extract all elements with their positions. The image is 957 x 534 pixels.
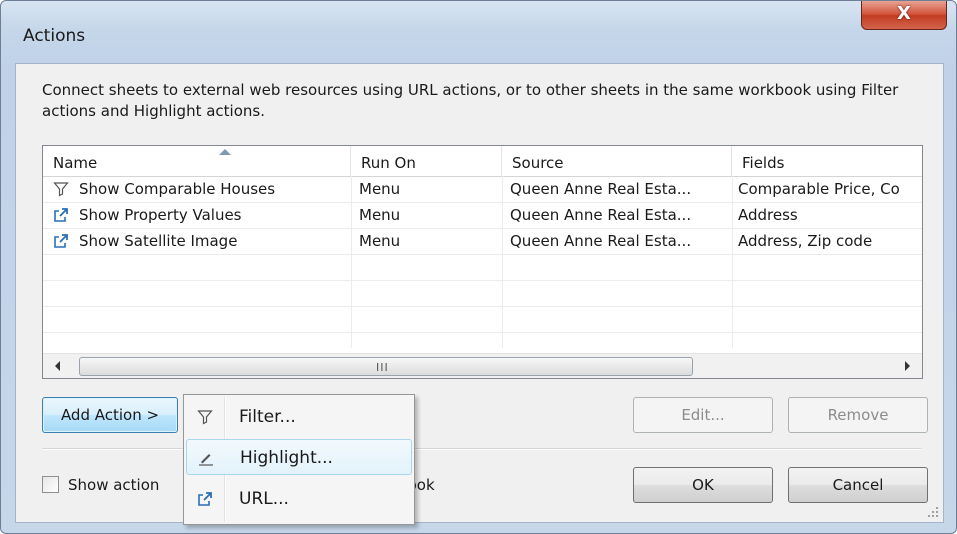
menu-item-label: URL... <box>239 489 289 509</box>
action-fields: Address, Zip code <box>738 232 873 250</box>
action-run-on: Menu <box>359 180 401 198</box>
window-title: Actions <box>23 26 86 46</box>
table-row[interactable]: Show Comparable Houses Menu Queen Anne R… <box>43 176 922 202</box>
table-row[interactable]: Show Property Values Menu Queen Anne Rea… <box>43 202 922 228</box>
url-link-icon <box>54 234 68 248</box>
add-action-button[interactable]: Add Action > <box>42 397 178 433</box>
action-name: Show Property Values <box>79 206 242 224</box>
column-header-name[interactable]: Name <box>43 146 351 176</box>
column-header-source[interactable]: Source <box>502 146 732 176</box>
horizontal-scrollbar[interactable]: III <box>43 353 922 378</box>
menu-item-highlight[interactable]: Highlight... <box>186 439 412 475</box>
action-name: Show Comparable Houses <box>79 180 276 198</box>
highlight-pen-icon <box>199 454 213 466</box>
action-source: Queen Anne Real Esta... <box>510 206 692 224</box>
description-text: Connect sheets to external web resources… <box>42 81 899 120</box>
column-header-label: Name <box>53 154 98 172</box>
table-row[interactable]: Show Satellite Image Menu Queen Anne Rea… <box>43 228 922 254</box>
dialog-body: Connect sheets to external web resources… <box>15 63 944 523</box>
column-header-run-on[interactable]: Run On <box>351 146 502 176</box>
ok-button[interactable]: OK <box>633 467 773 503</box>
checkbox-label-left: Show action <box>68 476 160 494</box>
show-action-checkbox[interactable] <box>42 476 59 493</box>
actions-dialog: Actions X Connect sheets to external web… <box>0 0 957 534</box>
menu-item-url[interactable]: URL... <box>186 481 412 517</box>
separator <box>42 448 921 450</box>
action-source: Queen Anne Real Esta... <box>510 180 692 198</box>
table-header: Name Run On Source Fields <box>43 146 922 177</box>
scroll-right-icon[interactable] <box>905 361 910 371</box>
filter-icon <box>197 410 213 425</box>
close-button[interactable]: X <box>861 1 947 30</box>
remove-button[interactable]: Remove <box>788 397 928 433</box>
add-action-menu: Filter... Highlight... URL... <box>183 394 415 525</box>
column-header-fields[interactable]: Fields <box>732 146 922 176</box>
action-name: Show Satellite Image <box>79 232 238 250</box>
filter-icon <box>53 182 69 197</box>
action-fields: Comparable Price, Co <box>738 180 900 198</box>
scrollbar-thumb[interactable]: III <box>79 357 693 376</box>
menu-item-label: Highlight... <box>240 448 333 468</box>
url-link-icon <box>54 208 68 222</box>
action-run-on: Menu <box>359 206 401 224</box>
action-run-on: Menu <box>359 232 401 250</box>
title-bar[interactable]: Actions X <box>1 1 956 61</box>
cancel-button[interactable]: Cancel <box>788 467 928 503</box>
url-link-icon <box>198 492 212 506</box>
edit-button[interactable]: Edit... <box>633 397 773 433</box>
menu-item-filter[interactable]: Filter... <box>186 399 412 435</box>
menu-item-label: Filter... <box>239 407 296 427</box>
scrollbar-grip: III <box>376 361 389 374</box>
action-source: Queen Anne Real Esta... <box>510 232 692 250</box>
action-fields: Address <box>738 206 798 224</box>
resize-grip-icon[interactable] <box>927 506 939 518</box>
sort-ascending-icon <box>219 149 231 155</box>
scroll-left-icon[interactable] <box>55 361 60 371</box>
actions-table: Name Run On Source Fields Show Comparabl… <box>42 145 923 379</box>
